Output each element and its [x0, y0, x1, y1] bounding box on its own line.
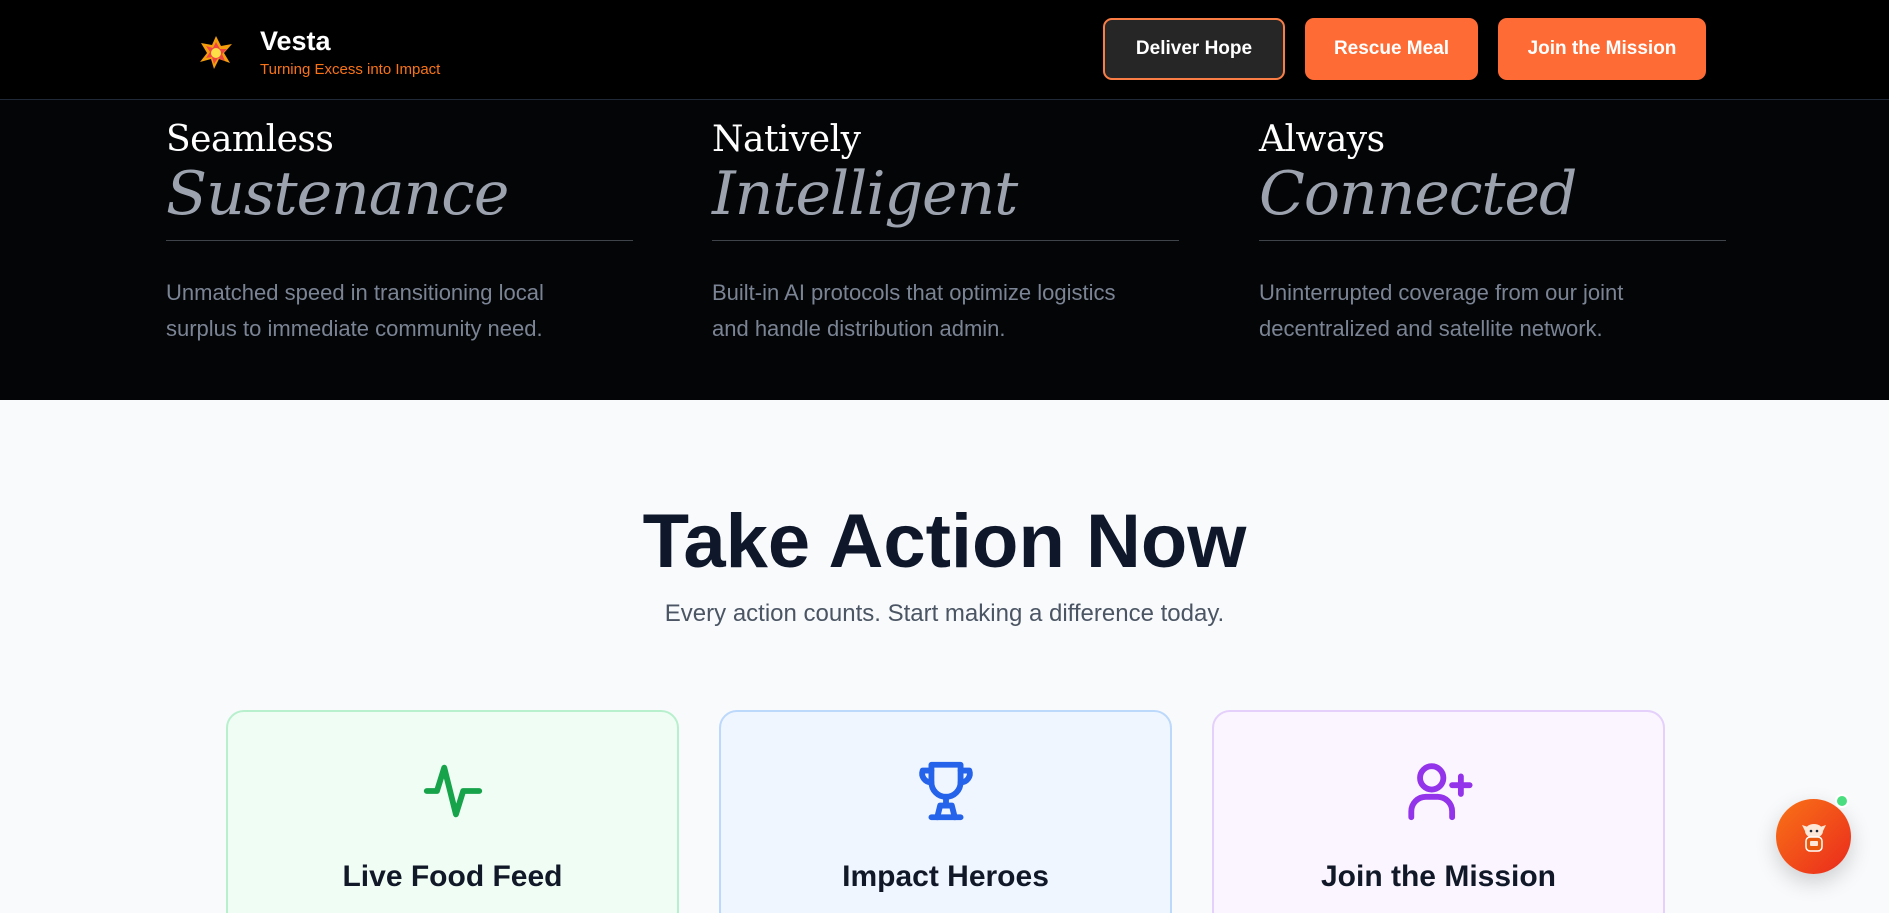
section-title: Take Action Now	[642, 499, 1247, 584]
feature-column: Natively Intelligent Built-in AI protoco…	[712, 118, 1179, 347]
deliver-hope-button[interactable]: Deliver Hope	[1103, 18, 1285, 80]
brand-name: Vesta	[260, 26, 331, 56]
features-section: Seamless Sustenance Unmatched speed in t…	[0, 100, 1889, 400]
feature-heading: Natively	[712, 119, 861, 160]
feature-heading: Always	[1259, 119, 1385, 160]
header-nav: Deliver Hope Rescue Meal Join the Missio…	[1103, 18, 1706, 80]
feature-heading: Seamless	[166, 119, 334, 160]
brand-tagline: Turning Excess into Impact	[260, 61, 441, 78]
mascot-icon	[1801, 823, 1826, 852]
feature-description: Unmatched speed in transitioning local s…	[166, 280, 544, 341]
rescue-meal-button[interactable]: Rescue Meal	[1305, 18, 1478, 80]
join-mission-button[interactable]: Join the Mission	[1498, 18, 1706, 80]
online-status-dot	[1835, 794, 1849, 808]
chat-assistant-button[interactable]	[1776, 799, 1851, 874]
vesta-logo-icon	[200, 36, 232, 69]
feature-description: Built-in AI protocols that optimize logi…	[712, 280, 1116, 341]
card-title: Join the Mission	[1320, 860, 1557, 893]
card-title: Impact Heroes	[842, 860, 1049, 893]
feature-divider	[1259, 240, 1726, 241]
live-food-feed-card[interactable]: Live Food Feed	[226, 710, 679, 913]
top-header: Vesta Turning Excess into Impact Deliver…	[0, 0, 1889, 100]
feature-column: Seamless Sustenance Unmatched speed in t…	[166, 118, 633, 347]
section-subtitle: Every action counts. Start making a diff…	[664, 600, 1225, 627]
impact-heroes-card[interactable]: Impact Heroes	[719, 710, 1172, 913]
feature-column: Always Connected Uninterrupted coverage …	[1259, 118, 1726, 347]
feature-heading-italic: Sustenance	[166, 159, 509, 229]
feature-divider	[166, 240, 633, 241]
trophy-icon	[918, 761, 973, 821]
card-title: Live Food Feed	[342, 860, 563, 893]
user-plus-icon	[1407, 763, 1473, 821]
brand[interactable]: Vesta Turning Excess into Impact	[196, 24, 440, 80]
feature-description: Uninterrupted coverage from our joint de…	[1259, 280, 1624, 341]
activity-icon	[423, 764, 482, 818]
feature-heading-italic: Intelligent	[712, 159, 1018, 229]
join-mission-card[interactable]: Join the Mission	[1212, 710, 1665, 913]
feature-divider	[712, 240, 1179, 241]
feature-heading-italic: Connected	[1259, 159, 1577, 229]
